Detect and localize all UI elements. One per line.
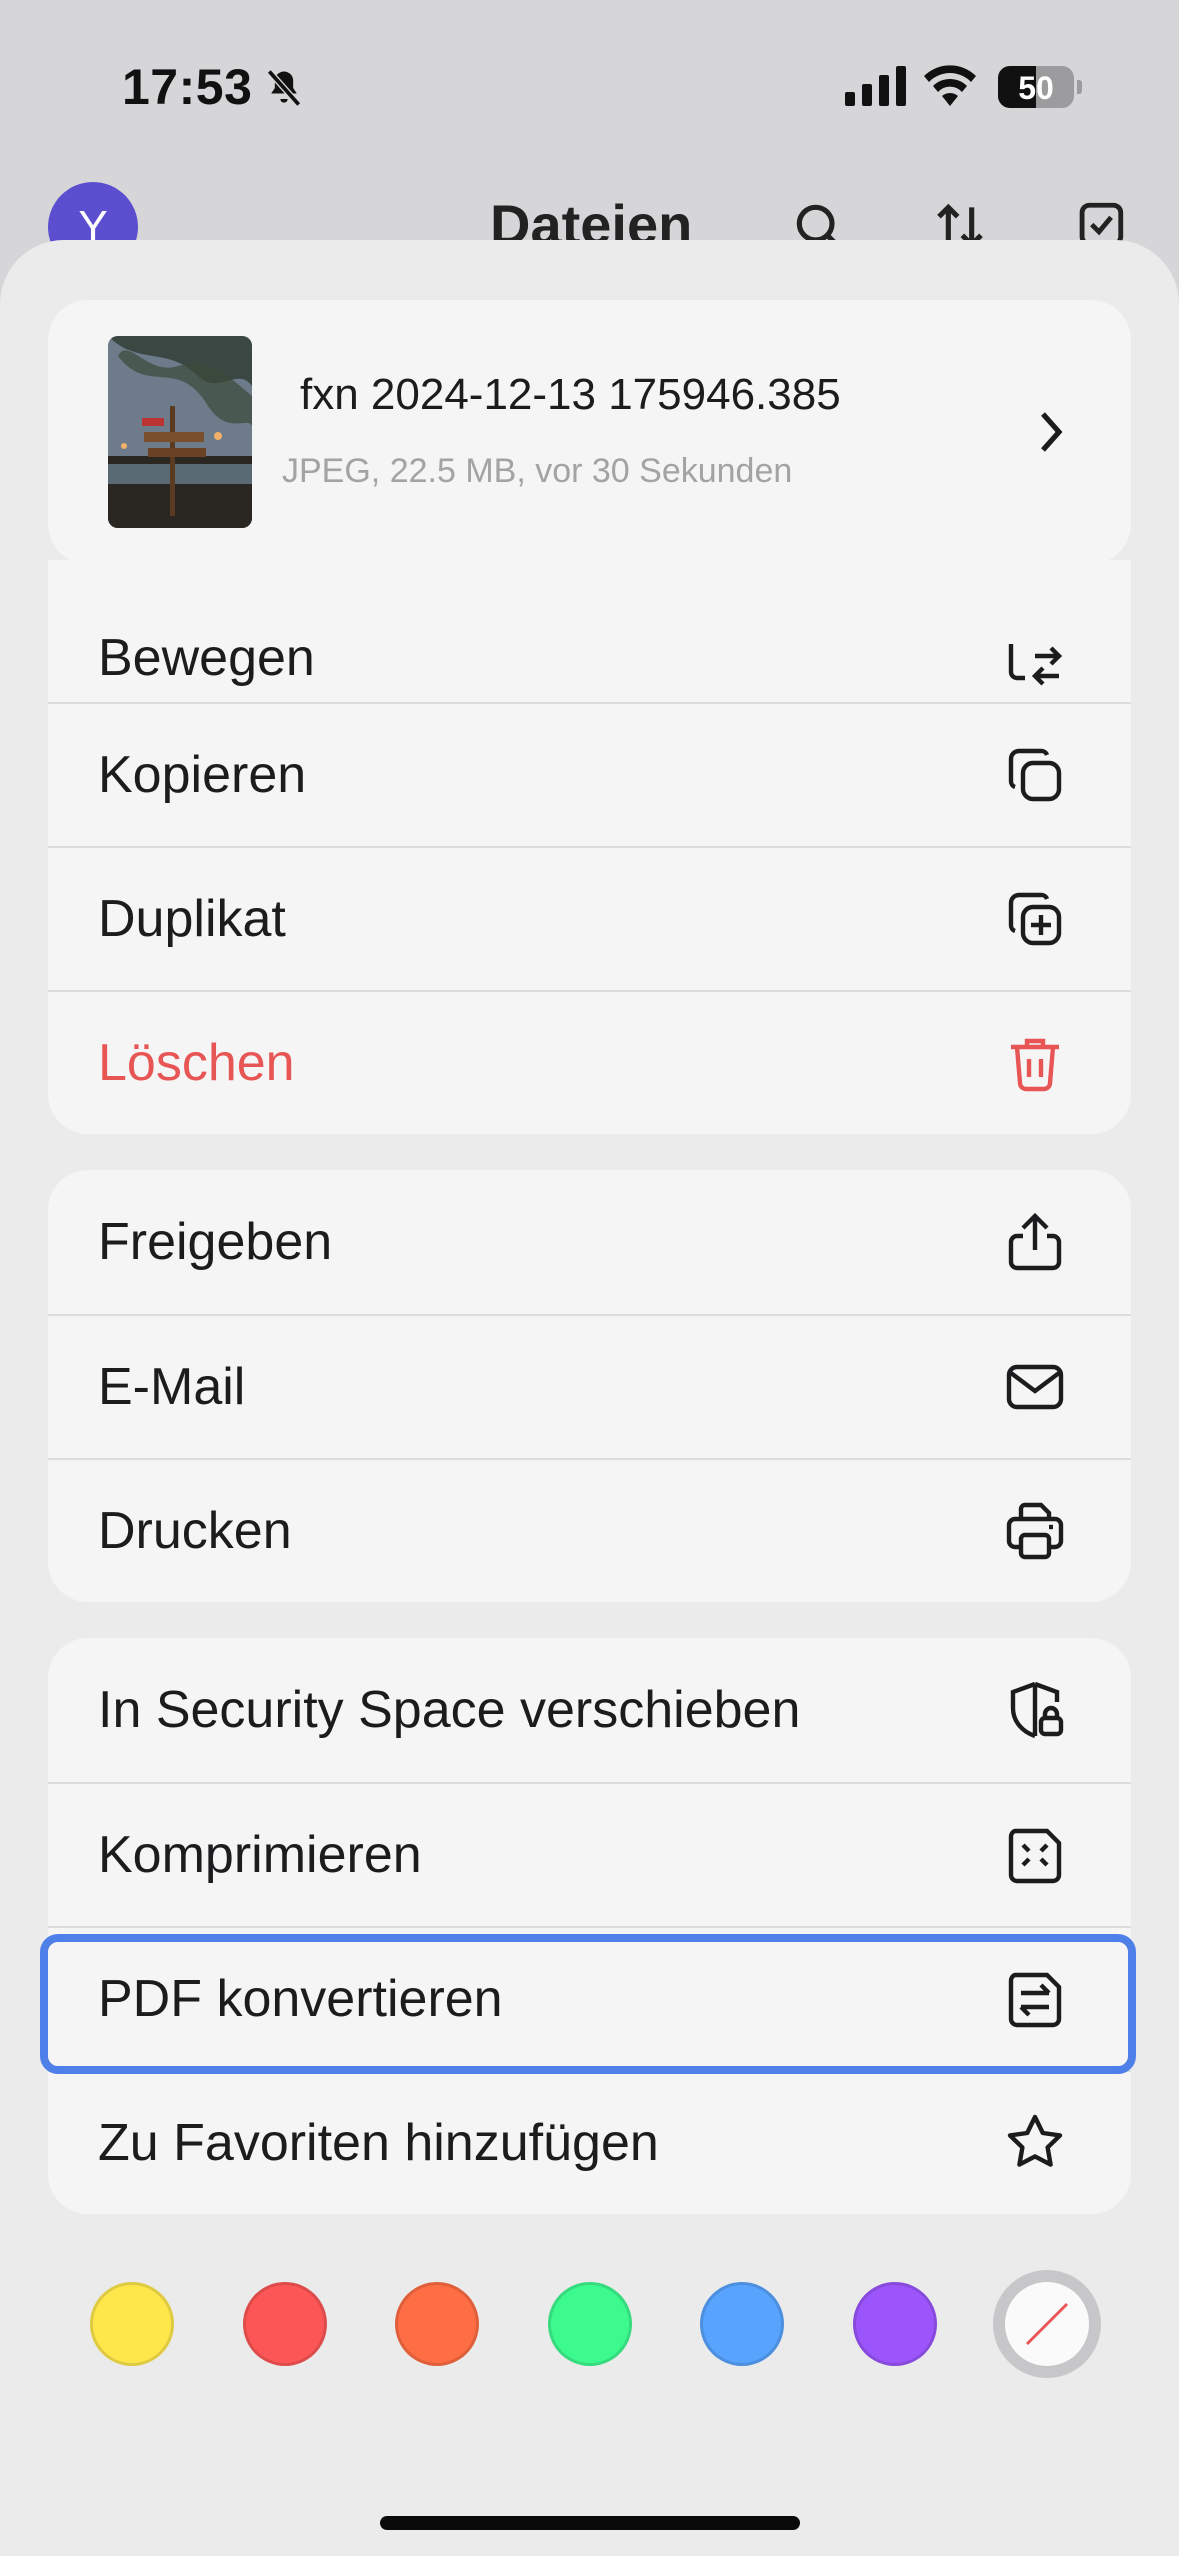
copy-icon bbox=[1008, 748, 1062, 802]
status-bar: 17:53 50 bbox=[0, 0, 1179, 170]
color-tag-none[interactable] bbox=[993, 2270, 1101, 2378]
color-tag-blue[interactable] bbox=[700, 2282, 784, 2366]
menu-item-label: E-Mail bbox=[98, 1358, 246, 1416]
battery-tip bbox=[1077, 80, 1082, 94]
menu-item-label: Drucken bbox=[98, 1502, 292, 1560]
menu-group-share: Freigeben E-Mail Drucken bbox=[48, 1170, 1131, 1602]
share-icon bbox=[1008, 1212, 1062, 1271]
file-info-card[interactable]: fxn 2024-12-13 175946.385 JPEG, 22.5 MB,… bbox=[48, 300, 1131, 564]
mail-icon bbox=[1006, 1364, 1064, 1410]
star-icon bbox=[1007, 2114, 1063, 2167]
chevron-right-icon[interactable] bbox=[1031, 406, 1071, 458]
file-meta: JPEG, 22.5 MB, vor 30 Sekunden bbox=[282, 452, 793, 490]
move-icon bbox=[1008, 644, 1063, 686]
trash-icon bbox=[1011, 1038, 1059, 1092]
file-name: fxn 2024-12-13 175946.385 bbox=[300, 370, 841, 419]
menu-item-label: Bewegen bbox=[98, 629, 315, 687]
color-tag-red[interactable] bbox=[243, 2282, 327, 2366]
menu-item-label: In Security Space verschieben bbox=[98, 1681, 801, 1739]
menu-group-tools: In Security Space verschieben Komprimier… bbox=[48, 1638, 1131, 2214]
menu-item-add-favorite[interactable]: Zu Favoriten hinzufügen bbox=[48, 2070, 1131, 2214]
color-tag-yellow[interactable] bbox=[90, 2282, 174, 2366]
menu-item-label: Duplikat bbox=[98, 890, 286, 948]
menu-item-label: Löschen bbox=[98, 1034, 295, 1092]
color-tag-picker bbox=[0, 2270, 1179, 2378]
menu-item-compress[interactable]: Komprimieren bbox=[48, 1782, 1131, 1926]
color-tag-orange[interactable] bbox=[395, 2282, 479, 2366]
menu-item-duplicate[interactable]: Duplikat bbox=[48, 846, 1131, 990]
menu-item-label: Freigeben bbox=[98, 1213, 333, 1271]
menu-item-label: PDF konvertieren bbox=[98, 1970, 503, 2028]
menu-item-security-space[interactable]: In Security Space verschieben bbox=[48, 1638, 1131, 1782]
color-tag-purple[interactable] bbox=[853, 2282, 937, 2366]
battery-indicator: 50 bbox=[998, 66, 1074, 108]
menu-item-print[interactable]: Drucken bbox=[48, 1458, 1131, 1602]
duplicate-icon bbox=[1008, 892, 1062, 946]
battery-percent: 50 bbox=[1018, 70, 1054, 106]
clock: 17:53 bbox=[122, 59, 253, 115]
menu-item-pdf-convert[interactable]: PDF konvertieren bbox=[48, 1926, 1131, 2070]
menu-item-share[interactable]: Freigeben bbox=[48, 1170, 1131, 1314]
menu-item-copy[interactable]: Kopieren bbox=[48, 702, 1131, 846]
menu-group-file-actions: Bewegen Kopieren Duplikat Löschen bbox=[48, 560, 1131, 1134]
menu-item-label: Zu Favoriten hinzufügen bbox=[98, 2114, 659, 2172]
no-color-slash-icon bbox=[1025, 2302, 1069, 2346]
convert-icon bbox=[1008, 1972, 1062, 2028]
menu-item-move[interactable]: Bewegen bbox=[48, 560, 1131, 702]
home-indicator[interactable] bbox=[380, 2516, 800, 2530]
shield-lock-icon bbox=[1010, 1681, 1064, 1739]
menu-item-delete[interactable]: Löschen bbox=[48, 990, 1131, 1134]
bell-muted-icon bbox=[266, 69, 302, 107]
compress-icon bbox=[1008, 1828, 1062, 1884]
file-thumbnail bbox=[108, 336, 252, 528]
menu-item-label: Komprimieren bbox=[98, 1826, 422, 1884]
signal-icon bbox=[845, 66, 906, 106]
menu-item-label: Kopieren bbox=[98, 746, 307, 804]
color-tag-green[interactable] bbox=[548, 2282, 632, 2366]
printer-icon bbox=[1006, 1502, 1064, 1560]
menu-item-email[interactable]: E-Mail bbox=[48, 1314, 1131, 1458]
wifi-icon bbox=[924, 65, 976, 106]
